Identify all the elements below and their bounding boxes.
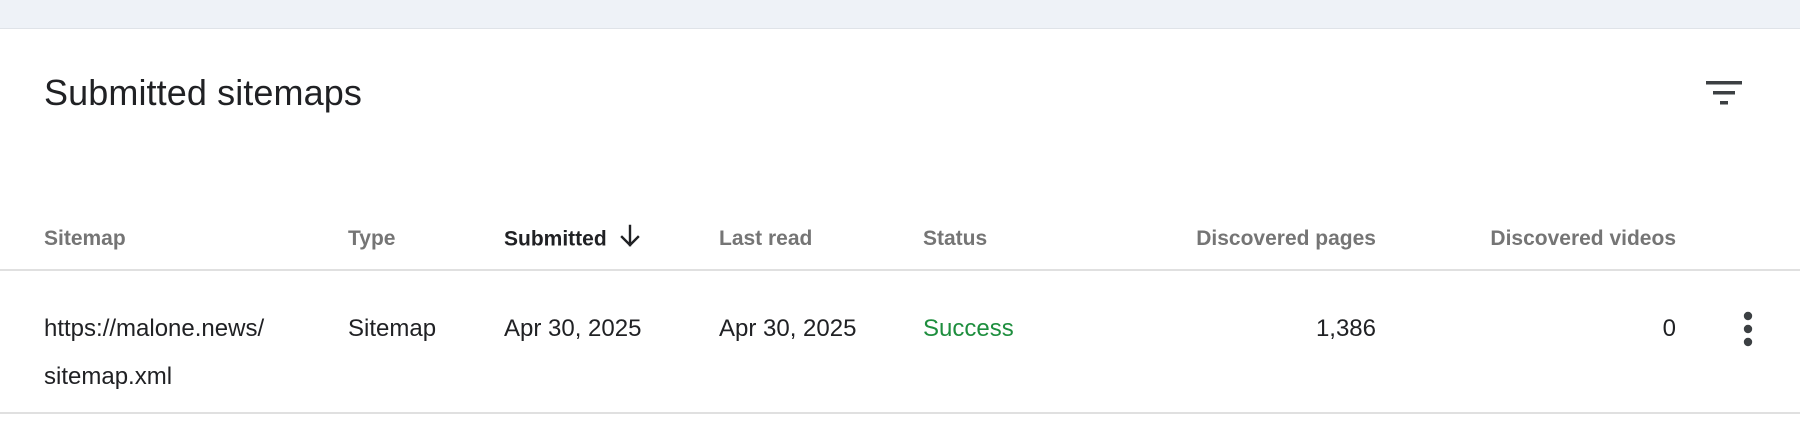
filter-list-icon [1704,79,1744,109]
column-header-last-read[interactable]: Last read [719,227,812,251]
submitted-cell: Apr 30, 2025 [504,315,642,342]
row-more-options-button[interactable] [1728,305,1768,353]
more-vert-icon [1742,311,1754,347]
column-header-discovered-videos[interactable]: Discovered videos [1400,227,1676,251]
column-header-discovered-pages[interactable]: Discovered pages [1100,227,1376,251]
status-cell: Success [923,315,1014,342]
sitemaps-table: Sitemap Type Submitted Last read Status … [0,174,1800,414]
column-header-type[interactable]: Type [348,227,395,251]
sitemap-url-line2: sitemap.xml [44,363,173,390]
column-header-submitted[interactable]: Submitted [504,224,641,253]
sitemap-url-cell[interactable]: https://malone.news/ sitemap.xml [44,305,324,401]
column-header-status[interactable]: Status [923,227,987,251]
type-cell: Sitemap [348,315,437,342]
page-top-band [0,0,1800,29]
discovered-videos-cell: 0 [1662,315,1676,342]
last-read-cell: Apr 30, 2025 [719,315,857,342]
table-body: https://malone.news/ sitemap.xml Sitemap… [0,271,1800,414]
discovered-pages-cell: 1,386 [1315,315,1376,342]
sitemap-url-line1: https://malone.news/ [44,315,265,342]
filter-button[interactable] [1700,74,1748,114]
submitted-sitemaps-card: Submitted sitemaps Sitemap Type Submitte… [0,29,1800,424]
card-title: Submitted sitemaps [44,72,362,113]
column-header-sitemap[interactable]: Sitemap [44,227,126,251]
table-header-row: Sitemap Type Submitted Last read Status … [0,174,1800,271]
table-row[interactable]: https://malone.news/ sitemap.xml Sitemap… [0,271,1800,414]
arrow-down-icon [619,223,641,249]
